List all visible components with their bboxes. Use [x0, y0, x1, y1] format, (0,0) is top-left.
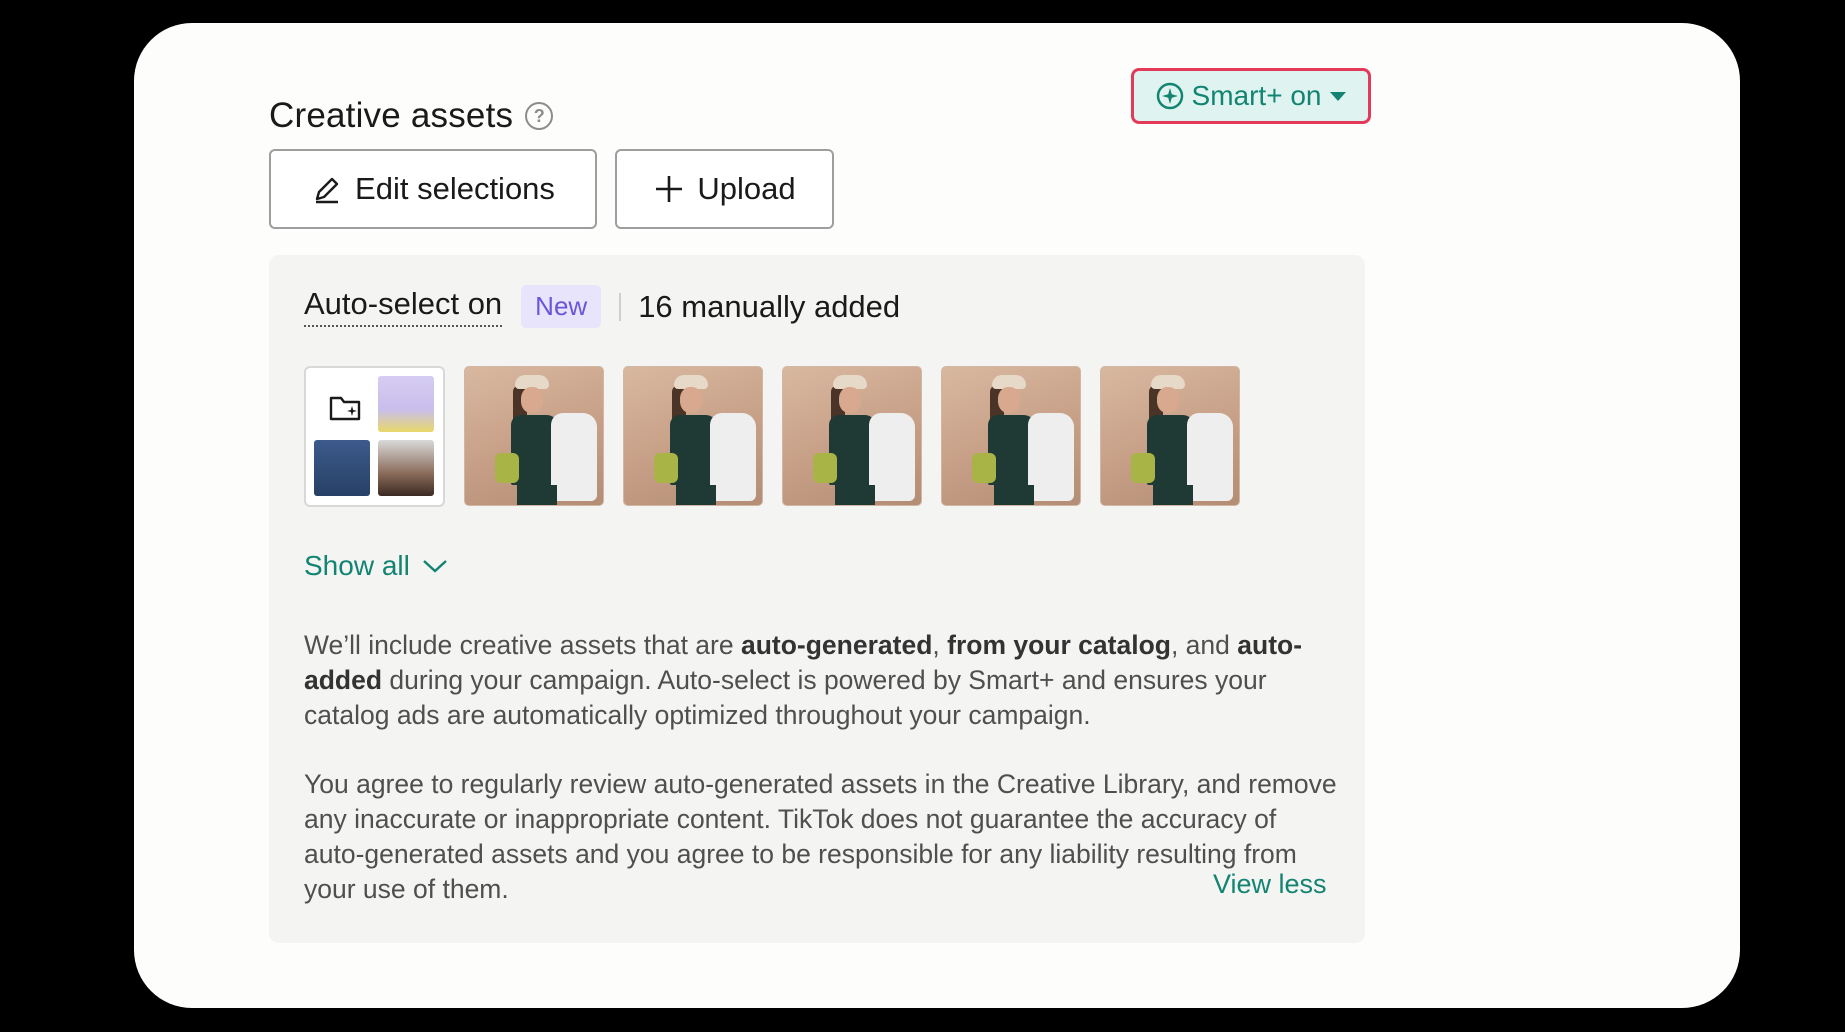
smart-plus-toggle-button[interactable]: Smart+ on — [1131, 68, 1371, 124]
folder-add-icon — [318, 380, 374, 436]
mini-thumbnail — [314, 440, 370, 496]
upload-label: Upload — [697, 171, 796, 206]
asset-thumbnails — [304, 366, 1240, 507]
asset-thumbnail[interactable] — [464, 366, 604, 506]
auto-select-toggle[interactable]: Auto-select on — [304, 286, 503, 327]
section-header: Creative assets ? — [269, 96, 554, 136]
section-title: Creative assets — [269, 96, 514, 135]
caret-down-icon — [1330, 91, 1347, 101]
new-badge: New — [521, 285, 602, 328]
show-all-link[interactable]: Show all — [304, 550, 448, 582]
asset-thumbnail[interactable] — [782, 366, 922, 506]
auto-select-description: We’ll include creative assets that are a… — [304, 630, 1303, 730]
manual-count: 16 manually added — [638, 288, 901, 324]
panel-header: Auto-select on New 16 manually added — [304, 285, 900, 328]
edit-selections-button[interactable]: Edit selections — [269, 149, 597, 229]
asset-thumbnail[interactable] — [623, 366, 763, 506]
chevron-down-icon — [423, 560, 447, 573]
edit-selections-label: Edit selections — [355, 171, 555, 206]
upload-button[interactable]: Upload — [615, 149, 834, 229]
mini-thumbnail — [378, 440, 434, 496]
smart-plus-icon — [1156, 82, 1183, 110]
asset-thumbnail[interactable] — [941, 366, 1081, 506]
mini-thumbnail — [378, 376, 434, 432]
pencil-icon — [315, 177, 339, 204]
auto-select-panel: Auto-select on New 16 manually added Sho… — [269, 255, 1365, 943]
asset-thumbnail[interactable] — [1100, 366, 1240, 506]
divider — [619, 292, 622, 321]
show-all-label: Show all — [304, 550, 410, 581]
terms-disclaimer: You agree to regularly review auto-gener… — [304, 769, 1337, 904]
auto-assets-folder-thumbnail[interactable] — [304, 366, 445, 507]
view-less-link[interactable]: View less — [1213, 869, 1327, 900]
smart-plus-label: Smart+ on — [1191, 80, 1322, 111]
plus-icon — [656, 176, 683, 202]
help-icon[interactable]: ? — [525, 102, 554, 130]
